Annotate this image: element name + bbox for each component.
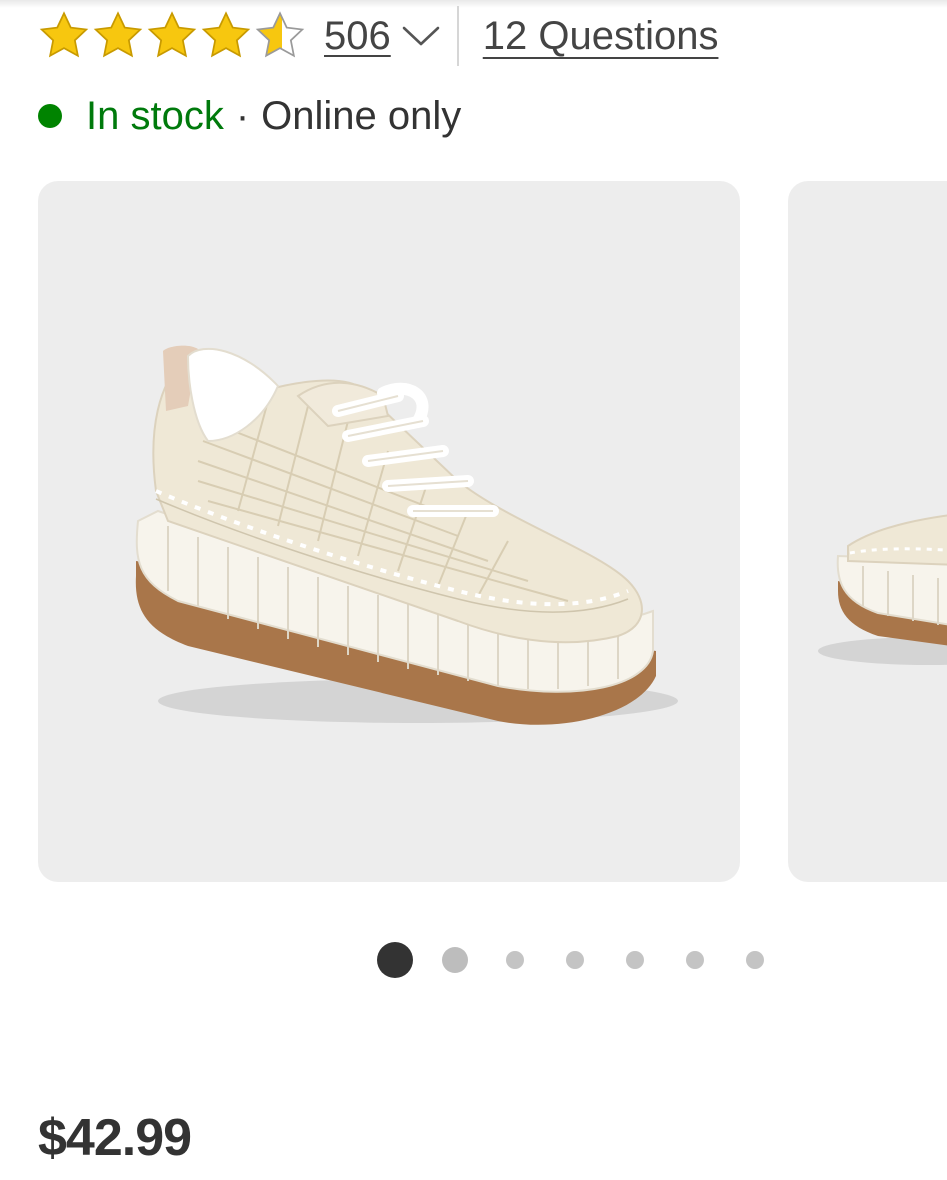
star-half-icon	[254, 11, 306, 61]
review-count-link[interactable]: 506	[324, 14, 391, 59]
star-full-icon	[146, 11, 198, 61]
in-stock-dot-icon	[38, 104, 62, 128]
carousel-pagination	[0, 940, 947, 980]
sneaker-image	[135, 345, 678, 725]
stock-separator: ·	[235, 93, 250, 138]
stock-status-text: In stock	[86, 93, 224, 138]
stock-status-row: In stock · Online only	[38, 90, 461, 142]
product-price: $42.99	[38, 1109, 192, 1167]
carousel-dot[interactable]	[566, 951, 584, 969]
vertical-divider	[456, 6, 459, 66]
product-image-card[interactable]	[38, 181, 740, 882]
carousel-dot[interactable]	[506, 951, 524, 969]
rating-row: 506 12 Questions	[38, 6, 718, 66]
carousel-dot[interactable]	[626, 951, 644, 969]
carousel-dot[interactable]	[686, 951, 704, 969]
star-rating[interactable]	[38, 11, 306, 61]
next-product-image-card[interactable]	[788, 181, 947, 882]
chevron-down-icon[interactable]	[401, 16, 441, 56]
questions-link[interactable]: 12 Questions	[483, 14, 719, 59]
channel-text: Online only	[261, 93, 462, 138]
star-full-icon	[38, 11, 90, 61]
star-full-icon	[200, 11, 252, 61]
carousel-dot-active[interactable]	[377, 942, 413, 978]
carousel-dot[interactable]	[746, 951, 764, 969]
carousel-dot[interactable]	[442, 947, 468, 973]
sneaker-image-alt	[818, 514, 947, 665]
star-full-icon	[92, 11, 144, 61]
